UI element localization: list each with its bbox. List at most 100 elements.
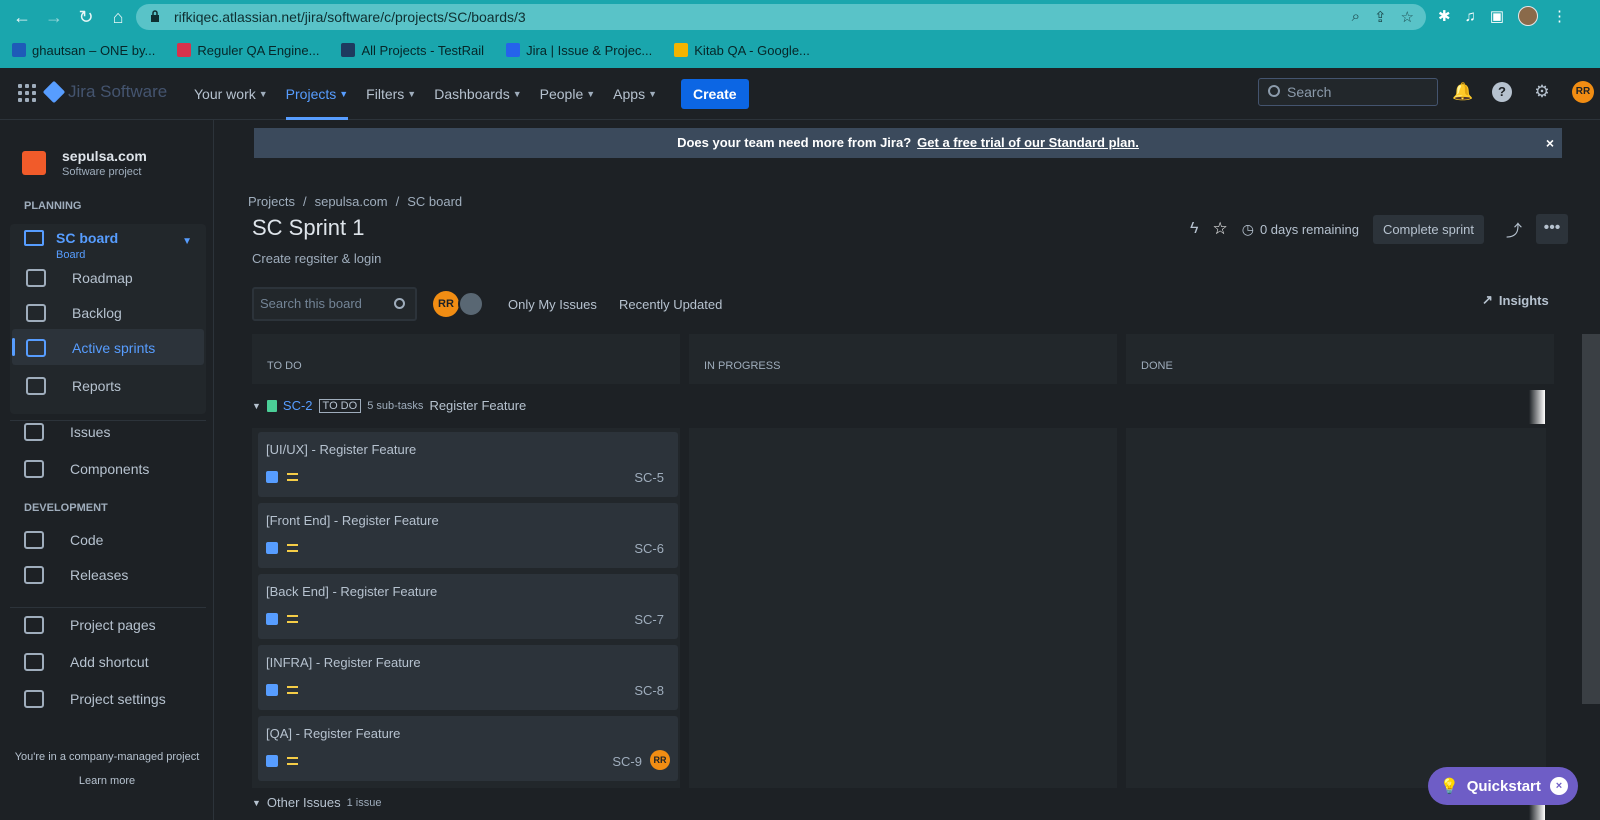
complete-sprint-button[interactable]: Complete sprint xyxy=(1372,214,1484,244)
breadcrumb-projects[interactable]: Projects xyxy=(248,194,295,209)
sidebar-item-project-settings[interactable]: Project settings xyxy=(24,690,166,708)
menu-apps[interactable]: Apps ▼ xyxy=(613,68,657,120)
automation-lightning-icon[interactable]: ϟ xyxy=(1190,220,1198,238)
bookmark-item[interactable]: Reguler QA Engine... xyxy=(177,43,319,58)
bookmark-star-icon[interactable]: ☆ xyxy=(1401,8,1414,26)
sidebar-item-active-sprints[interactable]: Active sprints xyxy=(26,339,155,357)
issue-card[interactable]: [Back End] - Register Feature SC-7 xyxy=(258,574,678,639)
create-button[interactable]: Create xyxy=(681,79,749,109)
back-icon[interactable]: ← xyxy=(12,7,32,27)
quickstart-button[interactable]: 💡 Quickstart × xyxy=(1428,767,1578,805)
insights-button[interactable]: ↗ Insights xyxy=(1482,292,1549,308)
subtask-icon xyxy=(266,755,278,767)
free-trial-link[interactable]: Get a free trial of our Standard plan. xyxy=(917,135,1139,150)
menu-filters[interactable]: Filters ▼ xyxy=(366,68,416,120)
menu-your-work[interactable]: Your work ▼ xyxy=(194,68,268,120)
star-icon[interactable]: ☆ xyxy=(1212,219,1227,239)
bookmark-icon xyxy=(177,43,192,57)
breadcrumb-board[interactable]: SC board xyxy=(407,194,462,209)
share-icon[interactable]: ⤴ xyxy=(1506,217,1522,241)
chevron-down-icon: ▼ xyxy=(252,797,261,808)
board-selector[interactable]: SC board Board xyxy=(24,230,118,261)
chevron-down-icon[interactable]: ▼ xyxy=(182,236,192,247)
sidebar-item-code[interactable]: Code xyxy=(24,531,103,549)
notifications-icon[interactable]: 🔔 xyxy=(1452,82,1473,102)
breadcrumb-project[interactable]: sepulsa.com xyxy=(315,194,388,209)
recently-updated-filter[interactable]: Recently Updated xyxy=(619,297,722,312)
assignee-avatar[interactable]: RR xyxy=(650,750,670,770)
board-search-input[interactable]: Search this board xyxy=(252,287,417,321)
issue-card[interactable]: [QA] - Register Feature SC-9 RR xyxy=(258,716,678,781)
forward-icon[interactable]: → xyxy=(44,7,64,27)
issue-card[interactable]: [INFRA] - Register Feature SC-8 xyxy=(258,645,678,710)
board-icon xyxy=(24,230,44,246)
close-icon[interactable]: × xyxy=(1550,777,1568,795)
reload-icon[interactable]: ↻ xyxy=(76,7,96,27)
url-bar[interactable]: rifkiqec.atlassian.net/jira/software/c/p… xyxy=(136,4,1426,30)
issue-card[interactable]: [UI/UX] - Register Feature SC-5 xyxy=(258,432,678,497)
sidebar-item-add-shortcut[interactable]: Add shortcut xyxy=(24,653,149,671)
menu-people[interactable]: People ▼ xyxy=(540,68,596,120)
sidebar-item-reports[interactable]: Reports xyxy=(26,377,121,395)
other-issues-swimlane[interactable]: ▼ Other Issues 1 issue xyxy=(252,795,381,810)
sidebar-item-components[interactable]: Components xyxy=(24,460,149,478)
jira-top-nav: Jira Software Your work ▼ Projects ▼ Filte… xyxy=(0,68,1600,120)
bookmark-item[interactable]: All Projects - TestRail xyxy=(341,43,484,58)
subtask-icon xyxy=(266,684,278,696)
user-avatar[interactable]: RR xyxy=(1572,81,1594,103)
lightbulb-icon: 💡 xyxy=(1440,778,1459,795)
bookmark-item[interactable]: ghautsan – ONE by... xyxy=(12,43,155,58)
project-header[interactable]: sepulsa.com Software project xyxy=(22,148,147,178)
column-done xyxy=(1126,428,1546,788)
issue-card[interactable]: [Front End] - Register Feature SC-6 xyxy=(258,503,678,568)
reports-chart-icon xyxy=(26,377,46,395)
chevron-down-icon[interactable]: ▼ xyxy=(252,401,261,411)
divider xyxy=(10,420,206,421)
priority-medium-icon xyxy=(287,757,298,765)
bookmark-icon xyxy=(12,43,26,57)
menu-dashboards[interactable]: Dashboards ▼ xyxy=(434,68,521,120)
help-icon[interactable]: ? xyxy=(1492,82,1512,102)
assignee-filter-avatar[interactable]: RR xyxy=(433,291,459,317)
browser-menu-icon[interactable]: ⋮ xyxy=(1552,7,1567,25)
search-icon xyxy=(394,298,405,309)
bookmark-item[interactable]: Jira | Issue & Projec... xyxy=(506,43,652,58)
app-switcher-icon[interactable] xyxy=(18,84,36,102)
menu-projects[interactable]: Projects ▼ xyxy=(285,68,348,120)
sidebar-item-roadmap[interactable]: Roadmap xyxy=(26,269,133,287)
swimlane-header[interactable]: ▼ SC-2 TO DO 5 sub-tasks Register Featur… xyxy=(252,398,526,413)
add-shortcut-icon xyxy=(24,653,44,671)
issues-icon xyxy=(24,423,44,441)
url-text: rifkiqec.atlassian.net/jira/software/c/p… xyxy=(174,9,526,25)
jira-logo[interactable]: Jira Software xyxy=(42,80,167,104)
sidepanel-icon[interactable]: ▣ xyxy=(1490,7,1504,25)
issue-key: SC-6 xyxy=(634,541,664,556)
more-actions-button[interactable]: ••• xyxy=(1536,214,1568,244)
sidebar-item-project-pages[interactable]: Project pages xyxy=(24,616,156,634)
global-search-input[interactable]: Search xyxy=(1258,78,1438,106)
share-icon[interactable]: ⇪ xyxy=(1374,8,1387,26)
home-icon[interactable]: ⌂ xyxy=(108,7,128,27)
document-icon xyxy=(24,616,44,634)
profile-icon[interactable] xyxy=(1518,6,1539,26)
zoom-icon[interactable]: ⌕ xyxy=(1352,8,1360,26)
components-icon xyxy=(24,460,44,478)
sidebar-item-backlog[interactable]: Backlog xyxy=(26,304,122,322)
parent-issue-key[interactable]: SC-2 xyxy=(283,398,313,413)
scrollbar[interactable] xyxy=(1582,334,1600,704)
settings-gear-icon[interactable]: ⚙ xyxy=(1532,82,1552,102)
chevron-down-icon: ▼ xyxy=(258,89,268,99)
active-item-indicator xyxy=(12,338,15,356)
sidebar-item-issues[interactable]: Issues xyxy=(24,423,110,441)
sidebar-item-releases[interactable]: Releases xyxy=(24,566,128,584)
unassigned-avatar-icon[interactable] xyxy=(458,291,484,317)
only-my-issues-filter[interactable]: Only My Issues xyxy=(508,297,597,312)
close-icon[interactable]: × xyxy=(1546,128,1554,158)
extensions-icon[interactable]: ✱ xyxy=(1438,7,1451,25)
priority-medium-icon xyxy=(287,686,298,694)
media-icon[interactable]: ♫ xyxy=(1465,8,1476,25)
project-avatar-icon xyxy=(22,151,46,175)
bookmark-item[interactable]: Kitab QA - Google... xyxy=(674,43,810,58)
subtask-icon xyxy=(266,471,278,483)
learn-more-link[interactable]: Learn more xyxy=(0,775,214,787)
